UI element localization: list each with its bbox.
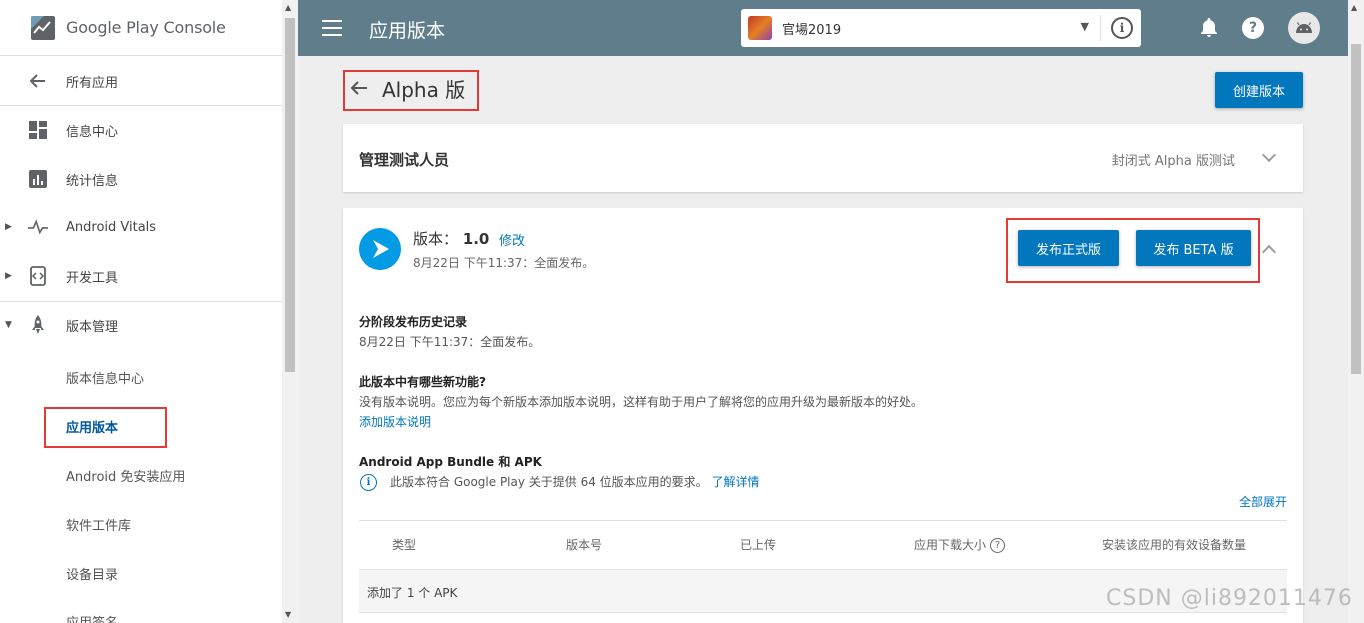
logo-text: Google Play Console xyxy=(66,18,226,37)
expand-all-link[interactable]: 全部展开 xyxy=(1239,493,1287,510)
manage-testers-card[interactable]: 管理测试人员 封闭式 Alpha 版测试 xyxy=(343,124,1303,192)
sidebar-item-dashboard[interactable]: 信息中心 xyxy=(0,106,282,154)
sidebar-item-release-management[interactable]: ▼ 版本管理 xyxy=(0,301,282,349)
whats-new-text: 没有版本说明。您应为每个新版本添加版本说明，这样有助于用户了解将您的应用升级为最… xyxy=(359,395,924,409)
sidebar-item-label: 所有应用 xyxy=(66,75,119,91)
scroll-up-icon[interactable]: ▲ xyxy=(1351,3,1357,12)
help-icon[interactable]: ? xyxy=(990,538,1006,553)
highlight-box xyxy=(44,407,167,448)
expand-caret-icon[interactable]: ▶ xyxy=(5,222,12,232)
bundle-title: Android App Bundle 和 APK xyxy=(359,455,542,469)
sidebar-subitem-artifact-library[interactable]: 软件工件库 xyxy=(66,515,131,534)
chevron-down-icon[interactable] xyxy=(1261,147,1277,163)
sidebar-subitem-release-dashboard[interactable]: 版本信息中心 xyxy=(66,368,144,387)
sidebar-item-statistics[interactable]: 统计信息 xyxy=(0,155,282,203)
version-label: 版本： xyxy=(413,230,459,248)
scroll-down-icon[interactable]: ▼ xyxy=(285,610,291,619)
chevron-up-icon[interactable] xyxy=(1261,244,1277,260)
dev-tools-icon xyxy=(28,266,48,286)
learn-more-link[interactable]: 了解详情 xyxy=(712,475,760,489)
bar-chart-icon xyxy=(28,169,48,189)
info-icon[interactable]: i xyxy=(1111,17,1133,39)
scroll-up-icon[interactable]: ▲ xyxy=(285,3,291,12)
page-title: 应用版本 xyxy=(369,20,446,42)
sidebar-item-label: 统计信息 xyxy=(66,173,119,189)
testing-status: 封闭式 Alpha 版测试 xyxy=(1111,154,1235,169)
sidebar-item-label: 版本管理 xyxy=(66,319,119,335)
arrow-back-icon xyxy=(28,71,48,91)
account-avatar[interactable] xyxy=(1288,12,1320,44)
add-release-notes-link[interactable]: 添加版本说明 xyxy=(359,413,431,430)
edit-release-link[interactable]: 修改 xyxy=(499,230,525,249)
sidebar-item-label: Android Vitals xyxy=(66,219,157,235)
table-header-active-devices: 安装该应用的有效设备数量 xyxy=(1102,538,1247,552)
rocket-icon xyxy=(28,315,48,335)
table-header-version-code: 版本号 xyxy=(566,538,603,552)
download-size-label: 应用下载大小 xyxy=(914,538,987,552)
sidebar-item-label: 信息中心 xyxy=(66,124,119,140)
app-selector[interactable]: 官場2019 ▼ i xyxy=(741,9,1141,47)
release-play-icon xyxy=(359,228,401,270)
notifications-bell-icon[interactable] xyxy=(1197,16,1221,40)
android-icon xyxy=(1296,22,1312,33)
version-number: 1.0 xyxy=(462,230,490,248)
sidebar: Google Play Console 所有应用 信息中心 统计信息 ▶ And… xyxy=(0,0,282,623)
sidebar-subitem-device-catalog[interactable]: 设备目录 xyxy=(66,564,118,583)
divider xyxy=(359,520,1287,521)
card-title: 管理测试人员 xyxy=(359,151,450,169)
top-app-bar: 应用版本 官場2019 ▼ i ? xyxy=(298,0,1348,56)
play-console-logo-icon xyxy=(31,15,55,40)
sidebar-item-android-vitals[interactable]: ▶ Android Vitals xyxy=(0,203,282,251)
scrollbar-thumb[interactable] xyxy=(1351,44,1361,374)
whats-new-title: 此版本中有哪些新功能? xyxy=(359,375,486,389)
divider xyxy=(1100,15,1101,41)
sidebar-item-dev-tools[interactable]: ▶ 开发工具 xyxy=(0,252,282,300)
table-header-type: 类型 xyxy=(392,538,417,552)
highlight-box xyxy=(343,70,479,111)
apk-added-text: 添加了 1 个 APK xyxy=(367,586,458,600)
chevron-down-icon[interactable]: ▼ xyxy=(1081,20,1089,33)
collapse-caret-icon[interactable]: ▼ xyxy=(5,320,12,330)
sidebar-subitem-app-signing[interactable]: 应用签名 xyxy=(66,612,118,623)
page-scrollbar[interactable]: ▲ xyxy=(1348,0,1364,623)
menu-icon[interactable] xyxy=(322,20,342,41)
sidebar-subitem-instant-apps[interactable]: Android 免安装应用 xyxy=(66,466,185,485)
highlight-box xyxy=(1006,218,1260,283)
release-version: 版本： 1.0 xyxy=(413,228,489,249)
watermark: CSDN @li892011476 xyxy=(1106,586,1353,611)
sidebar-item-label: 开发工具 xyxy=(66,270,119,286)
release-date: 8月22日 下午11:37：全面发布。 xyxy=(413,256,595,270)
sidebar-scrollbar[interactable]: ▲ ▼ xyxy=(282,0,298,623)
logo[interactable]: Google Play Console xyxy=(0,0,282,56)
app-avatar-icon xyxy=(748,16,772,40)
dashboard-icon xyxy=(28,120,48,140)
bundle-info: 此版本符合 Google Play 关于提供 64 位版本应用的要求。 了解详情 xyxy=(390,473,760,490)
table-header-uploaded: 已上传 xyxy=(740,538,777,552)
sidebar-item-all-apps[interactable]: 所有应用 xyxy=(0,57,282,105)
bundle-info-text: 此版本符合 Google Play 关于提供 64 位版本应用的要求。 xyxy=(390,475,708,489)
release-card: 版本： 1.0 修改 8月22日 下午11:37：全面发布。 发布正式版 发布 … xyxy=(343,208,1303,623)
help-icon[interactable]: ? xyxy=(1241,16,1265,40)
info-icon: i xyxy=(360,474,377,491)
expand-caret-icon[interactable]: ▶ xyxy=(5,271,12,281)
scrollbar-thumb[interactable] xyxy=(285,18,295,372)
history-title: 分阶段发布历史记录 xyxy=(359,315,468,329)
vitals-pulse-icon xyxy=(28,217,48,237)
history-text: 8月22日 下午11:37：全面发布。 xyxy=(359,335,541,349)
app-name: 官場2019 xyxy=(782,22,842,38)
create-release-button[interactable]: 创建版本 xyxy=(1215,72,1303,108)
table-header-download-size: 应用下载大小? xyxy=(914,536,1006,553)
